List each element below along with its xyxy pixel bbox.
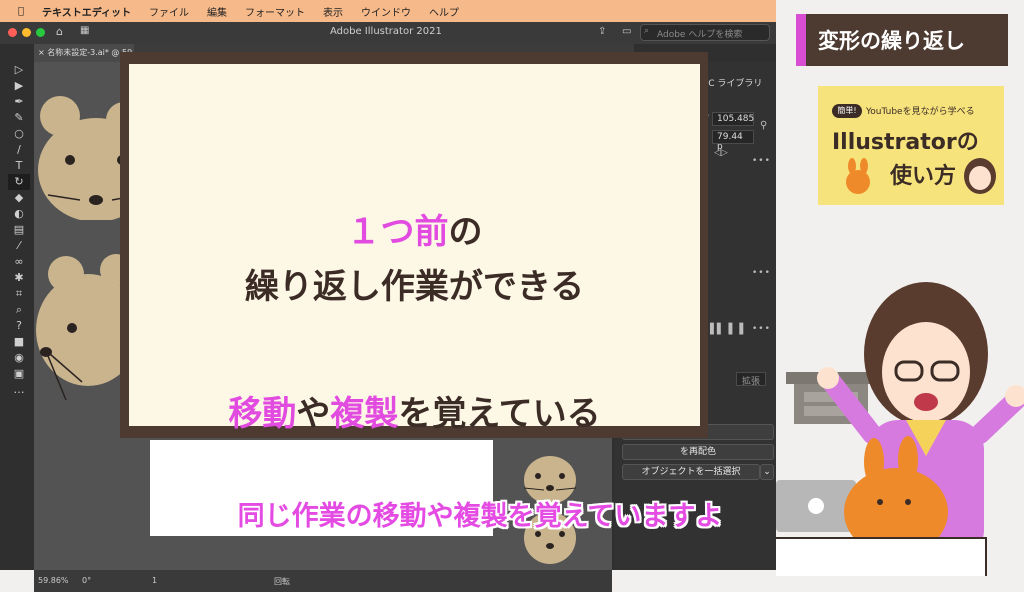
eraser-tool-icon[interactable]: ◆ [8,190,30,206]
status-mode: 回転 [274,577,290,586]
height-field[interactable]: 79.44 p [712,130,754,152]
board-line1-rest: の [448,212,483,252]
explanation-board: １つ前の 繰り返し作業ができる 移動や複製を覚えている [129,64,700,434]
channel-logo: 簡単! YouTubeを見ながら学べる Illustratorの 使い方 [818,86,1004,205]
zoom-window-button[interactable] [36,28,45,37]
mouse-illustration-2 [36,254,132,401]
menu-view[interactable]: 表示 [323,4,343,19]
title-stripe [796,14,806,66]
zoom-tool-icon[interactable]: ⌕ [8,302,30,318]
board-line-1: １つ前の [129,204,700,253]
type-tool-icon[interactable]: T [8,158,30,174]
status-bar: 59.86% 0° 1 回転 [34,570,612,592]
batch-select-button[interactable]: オブジェクトを一括選択 [622,464,760,480]
logo-title-2: 使い方 [890,164,957,189]
shape-builder-tool-icon[interactable]: ◐ [8,206,30,222]
menu-window[interactable]: ウインドウ [361,4,411,19]
batch-select-dropdown-icon[interactable]: ⌄ [760,464,774,480]
share-icon[interactable]: ⇪ [598,26,606,37]
logo-mascot-icon [846,158,870,194]
close-window-button[interactable] [8,28,17,37]
workspace-icon[interactable]: ▦ [80,25,89,36]
rotate-tool-icon[interactable]: ↻ [8,174,30,190]
menu-format[interactable]: フォーマット [245,4,305,19]
menu-file[interactable]: ファイル [149,4,189,19]
logo-tagline: YouTubeを見ながら学べる [866,107,975,117]
more-options-icon[interactable]: ••• [752,156,771,166]
board-highlight-previous: １つ前 [346,212,449,252]
board-highlight-duplicate: 複製 [330,394,399,434]
cc-libraries-tab[interactable]: CC ライブラリ [702,76,762,89]
help-search-input[interactable]: Adobe ヘルプを検索 [640,24,770,41]
episode-title-tag: 変形の繰り返し [796,14,1008,66]
recolor-button[interactable]: を再配色 [622,444,774,460]
gradient-tool-icon[interactable]: ▤ [8,222,30,238]
pen-tool-icon[interactable]: ✒ [8,94,30,110]
align-icons[interactable]: ▐ ▌▐ ▐ [706,324,743,335]
episode-title: 変形の繰り返し [818,29,965,53]
board-line-2: 繰り返し作業ができる [244,267,585,307]
document-tab[interactable]: × 名称未設定-3.ai* @ 59. [34,44,134,62]
tab-close-icon[interactable]: × [38,48,45,57]
minimize-window-button[interactable] [22,28,31,37]
menu-edit[interactable]: 編集 [207,4,227,19]
paintbrush-tool-icon[interactable]: / [8,142,30,158]
panel-toggle-icon[interactable]: ▭ [622,26,631,37]
draw-mode-icon[interactable]: ◉ [8,350,30,366]
search-icon: ⌕ [644,26,650,36]
curvature-tool-icon[interactable]: ✎ [8,110,30,126]
window-title: Adobe Illustrator 2021 [330,26,442,37]
blend-tool-icon[interactable]: ∞ [8,254,30,270]
expand-button[interactable]: 拡張 [736,372,766,387]
artboard-number[interactable]: 1 [152,576,157,585]
more-tools-icon[interactable]: … [8,382,30,398]
more-options-icon[interactable]: ••• [752,324,771,334]
apple-icon[interactable]:  [18,6,24,17]
artboard-tool-icon[interactable]: ⌗ [8,286,30,302]
logo-badge: 簡単! [832,104,862,118]
subtitle-caption: 同じ作業の移動や複製を覚えていますよ [237,501,723,532]
fill-stroke-icon[interactable]: ■ [8,334,30,350]
more-options-icon[interactable]: ••• [752,268,771,278]
lock-proportions-icon[interactable]: ⚲ [760,120,767,131]
tools-panel: ▷ ▶ ✒ ✎ ○ / T ↻ ◆ ◐ ▤ ⁄ ∞ ✱ ⌗ ⌕ ? ■ ◉ ▣ … [8,62,30,412]
logo-character-icon [964,158,996,194]
title-bar: ⌂ ▦ Adobe Illustrator 2021 ⇪ ▭ Adobe ヘルプ… [0,22,776,44]
screen-mode-icon[interactable]: ▣ [8,366,30,382]
help-icon[interactable]: ? [8,318,30,334]
width-field[interactable]: 105.485 [712,112,754,126]
mac-menubar:  テキストエディット ファイル 編集 フォーマット 表示 ウインドウ ヘルプ [0,0,776,22]
eyedropper-tool-icon[interactable]: ⁄ [8,238,30,254]
menu-help[interactable]: ヘルプ [429,4,459,19]
direct-selection-tool-icon[interactable]: ▶ [8,78,30,94]
logo-title-1: Illustratorの [832,130,979,155]
ellipse-tool-icon[interactable]: ○ [8,126,30,142]
zoom-level[interactable]: 59.86% [38,576,69,585]
menu-app-name[interactable]: テキストエディット [42,4,131,19]
board-line-3: 移動や複製を覚えている [228,394,601,434]
flip-horizontal-icon[interactable]: ◁▷ [714,148,728,158]
symbol-sprayer-tool-icon[interactable]: ✱ [8,270,30,286]
home-icon[interactable]: ⌂ [56,25,63,38]
board-highlight-move: 移動 [228,394,297,434]
rotation-value[interactable]: 0° [82,576,91,585]
selection-tool-icon[interactable]: ▷ [8,62,30,78]
